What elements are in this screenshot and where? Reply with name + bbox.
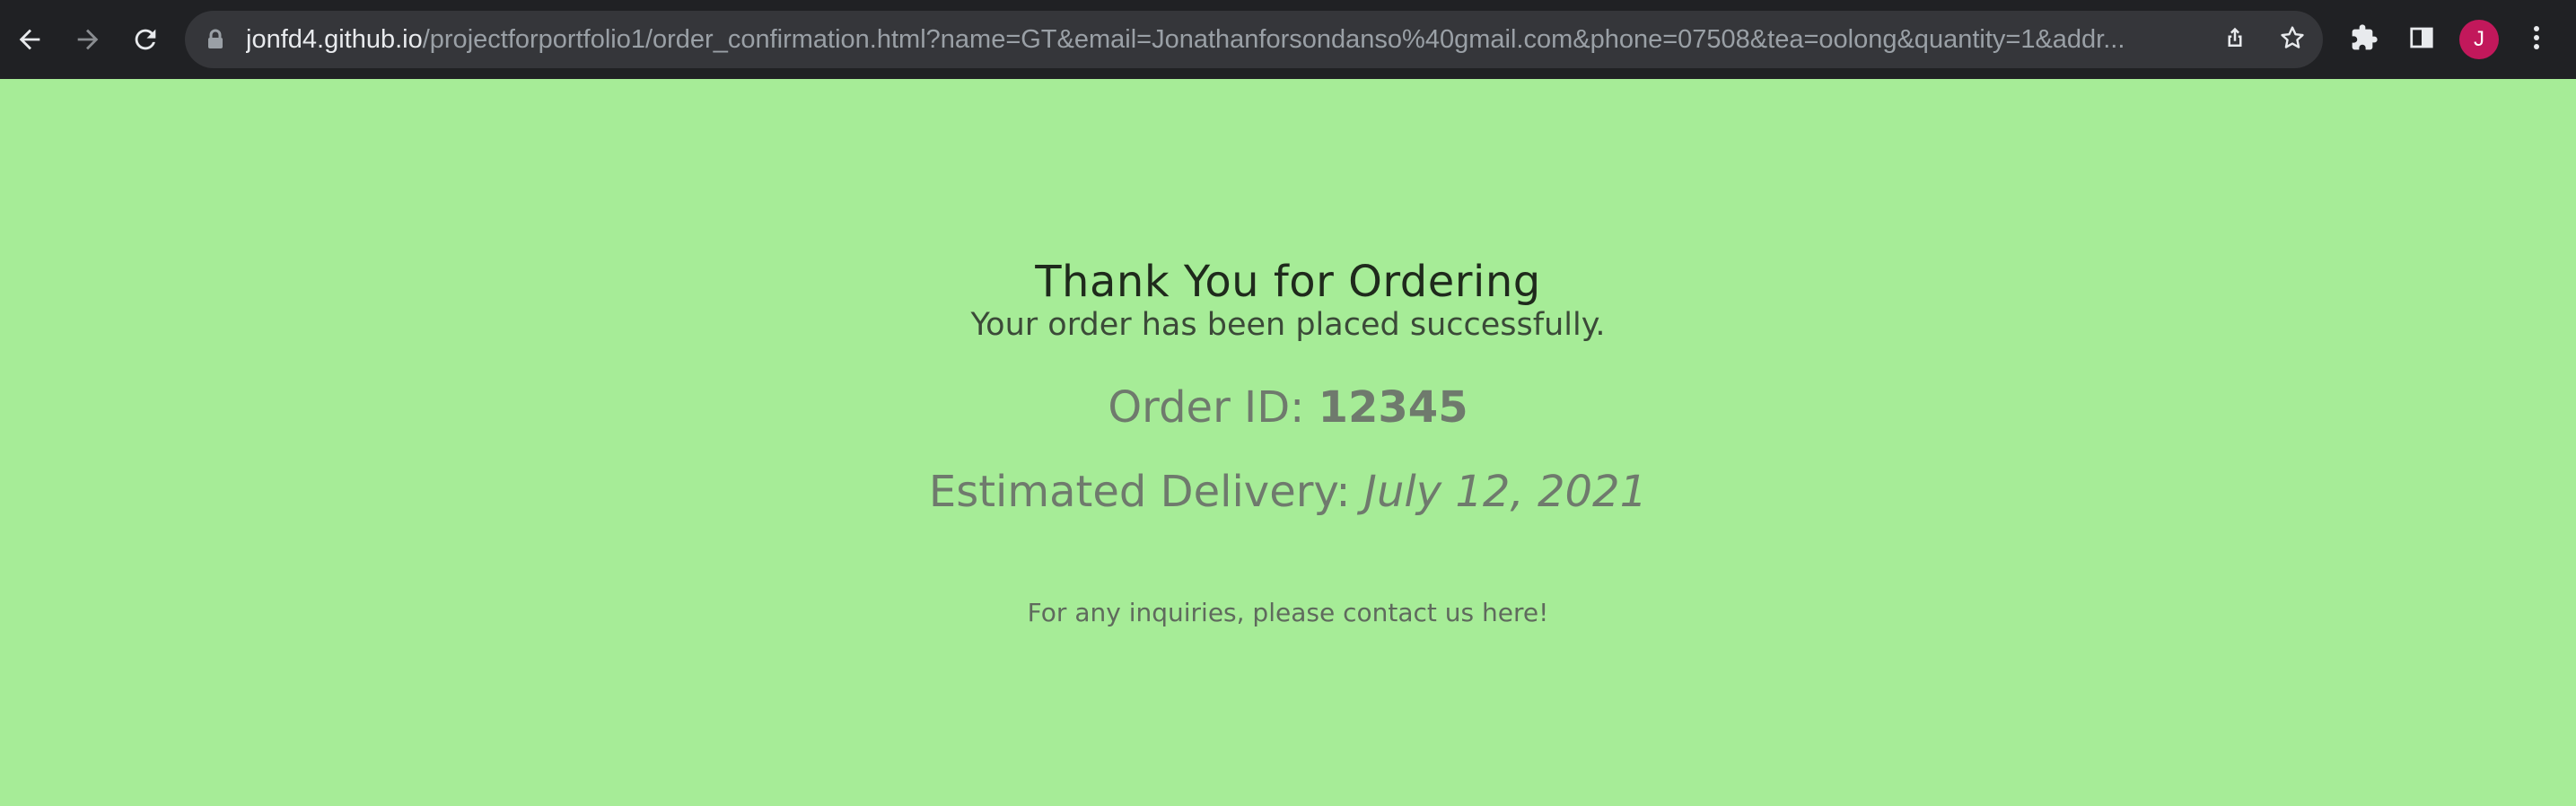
page-title: Thank You for Ordering <box>1035 257 1541 307</box>
order-id-line: Order ID: 12345 <box>0 382 2576 433</box>
reload-icon <box>130 24 161 55</box>
share-button[interactable] <box>2219 23 2251 56</box>
url-path: /projectforportfolio1/order_confirmation… <box>422 25 2125 54</box>
url-host: jonfd4.github.io <box>246 25 423 54</box>
back-arrow-icon <box>14 24 45 55</box>
profile-avatar[interactable]: J <box>2459 20 2499 59</box>
bookmark-star-button[interactable] <box>2276 23 2309 56</box>
order-id-label: Order ID: <box>1108 382 1319 433</box>
forward-button[interactable] <box>64 15 112 64</box>
extensions-puzzle-icon <box>2350 23 2379 56</box>
page-content: Thank You for Ordering Your order has be… <box>0 79 2576 806</box>
more-vert-icon <box>2532 24 2541 55</box>
side-panel-icon <box>2408 24 2435 55</box>
forward-arrow-icon <box>73 24 103 55</box>
side-panel-button[interactable] <box>2402 20 2441 59</box>
contact-link[interactable]: For any inquiries, please contact us her… <box>1028 598 1549 627</box>
url-text[interactable]: jonfd4.github.io/projectforportfolio1/or… <box>246 11 2364 68</box>
back-button[interactable] <box>5 15 54 64</box>
share-icon <box>2221 24 2248 55</box>
browser-toolbar: jonfd4.github.io/projectforportfolio1/or… <box>0 0 2576 79</box>
delivery-line: Estimated Delivery: July 12, 2021 <box>0 467 2576 517</box>
star-icon <box>2278 23 2307 56</box>
confirmation-message: Your order has been placed successfully. <box>970 307 1606 343</box>
inquiry-line: For any inquiries, please contact us her… <box>0 598 2576 627</box>
extensions-button[interactable] <box>2344 20 2384 59</box>
delivery-date: July 12, 2021 <box>1363 467 1648 517</box>
address-bar[interactable]: jonfd4.github.io/projectforportfolio1/or… <box>185 11 2323 68</box>
lock-icon[interactable] <box>206 29 224 54</box>
delivery-label: Estimated Delivery: <box>928 467 1364 517</box>
browser-menu-button[interactable] <box>2517 20 2556 59</box>
order-id-value: 12345 <box>1318 382 1468 433</box>
reload-button[interactable] <box>121 15 170 64</box>
